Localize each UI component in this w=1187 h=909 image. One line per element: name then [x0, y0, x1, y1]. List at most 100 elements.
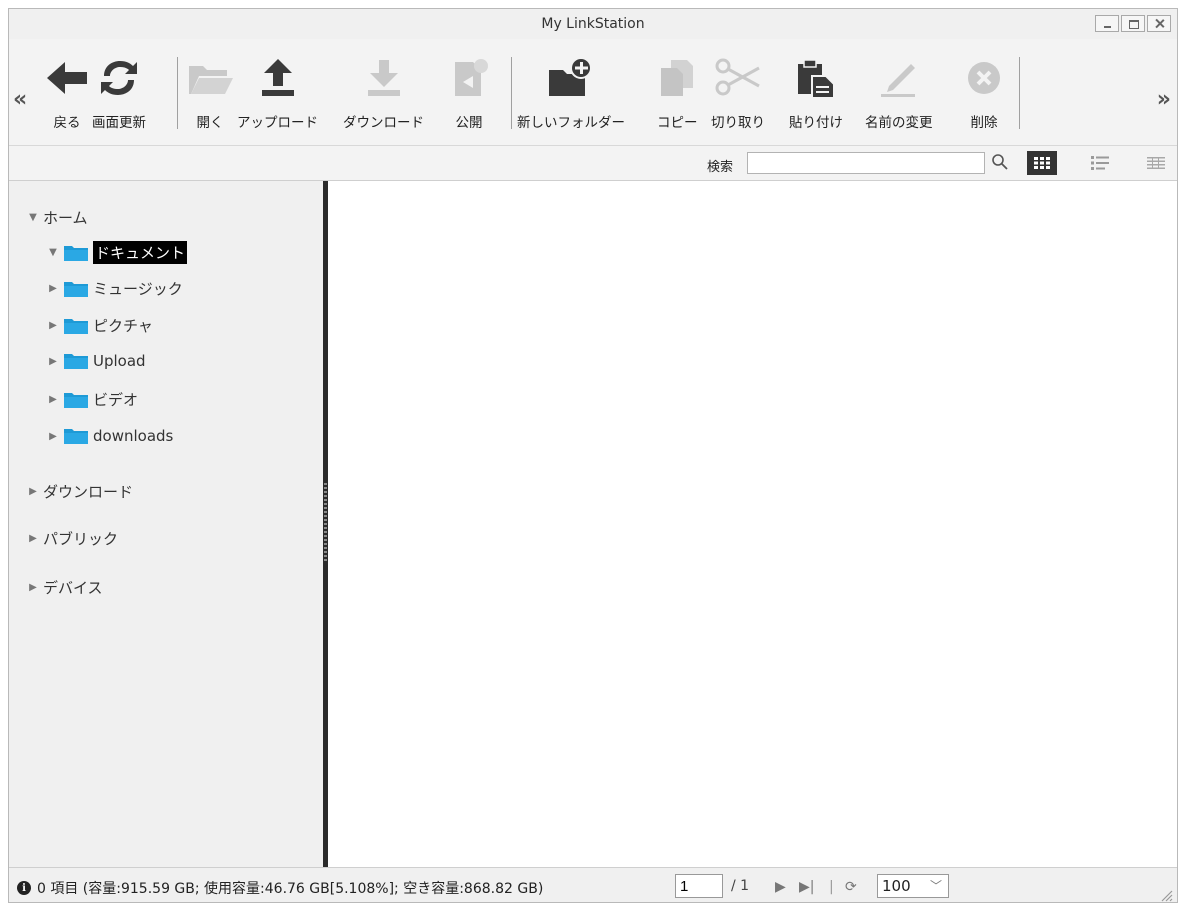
collapsed-triangle-icon[interactable]: ▶: [47, 320, 59, 332]
tree-node-home[interactable]: ▼ ホーム: [27, 207, 88, 228]
tree-node-upload[interactable]: ▶ Upload: [47, 352, 146, 370]
page-total: / 1: [731, 878, 750, 894]
status-info: i 0 項目 (容量:915.59 GB; 使用容量:46.76 GB[5.10…: [17, 878, 543, 898]
next-page-icon[interactable]: ▶: [775, 879, 786, 895]
publish-button[interactable]: 公開: [449, 47, 489, 131]
list-view-icon: [1091, 156, 1109, 170]
minimize-button[interactable]: [1095, 15, 1119, 32]
back-button[interactable]: 戻る: [43, 47, 91, 131]
collapsed-triangle-icon[interactable]: ▶: [47, 430, 59, 442]
publish-icon: [449, 47, 489, 109]
folder-icon: [64, 429, 88, 444]
splitter-grip[interactable]: [324, 481, 327, 561]
delete-button[interactable]: 削除: [964, 47, 1004, 131]
refresh-icon: [96, 47, 142, 109]
maximize-button[interactable]: [1121, 15, 1145, 32]
tree-node-label: Upload: [93, 352, 146, 370]
copy-button[interactable]: コピー: [657, 47, 698, 131]
collapsed-triangle-icon[interactable]: ▶: [27, 582, 39, 594]
tree-node-video[interactable]: ▶ ビデオ: [47, 389, 138, 410]
download-button[interactable]: ダウンロード: [343, 47, 424, 131]
folder-icon: [64, 354, 88, 369]
page-refresh-icon[interactable]: ⟳: [845, 879, 857, 895]
cut-icon: [713, 47, 763, 109]
search-bar: 検索: [9, 145, 1177, 181]
open-folder-icon: [187, 47, 233, 109]
chevron-down-icon: ﹀: [929, 879, 942, 893]
toolbar-separator: [511, 57, 512, 129]
tree-node-pictures[interactable]: ▶ ピクチャ: [47, 315, 153, 336]
status-bar: i 0 項目 (容量:915.59 GB; 使用容量:46.76 GB[5.10…: [9, 867, 1177, 902]
upload-button[interactable]: アップロード: [237, 47, 318, 131]
folder-icon: [64, 392, 88, 408]
last-page-icon[interactable]: ▶|: [799, 879, 814, 895]
tree-node-label: ホーム: [43, 209, 88, 227]
window-title: My LinkStation: [541, 16, 645, 32]
delete-icon: [964, 47, 1004, 109]
items-per-page-select[interactable]: 100 ﹀: [877, 874, 949, 898]
tree-node-label: ドキュメント: [93, 241, 188, 264]
detail-view-button[interactable]: [1141, 151, 1171, 175]
rename-icon: [877, 47, 921, 109]
resize-grip-icon[interactable]: [1159, 888, 1173, 902]
close-button[interactable]: [1147, 15, 1171, 32]
new-folder-button[interactable]: 新しいフォルダー: [517, 47, 625, 131]
expanded-triangle-icon[interactable]: ▼: [27, 212, 39, 224]
expanded-triangle-icon[interactable]: ▼: [47, 247, 59, 259]
download-icon: [362, 47, 406, 109]
grid-view-icon: [1034, 157, 1050, 169]
folder-icon: [64, 318, 88, 334]
cut-button[interactable]: 切り取り: [711, 47, 765, 131]
app-window: My LinkStation « 戻る 画面更新 開く アップロード ダウンロー…: [8, 8, 1178, 903]
title-bar: My LinkStation: [9, 9, 1177, 39]
window-controls: [1095, 15, 1171, 32]
tree-node-label: ダウンロード: [43, 483, 134, 501]
collapsed-triangle-icon[interactable]: ▶: [47, 394, 59, 406]
tree-node-device[interactable]: ▶ デバイス: [27, 577, 103, 598]
grid-view-button[interactable]: [1027, 151, 1057, 175]
new-folder-icon: [545, 47, 597, 109]
file-list-pane[interactable]: [328, 181, 1177, 868]
toolbar-scroll-left-button[interactable]: «: [13, 87, 27, 112]
toolbar-separator: [177, 57, 178, 129]
search-input[interactable]: [747, 152, 985, 174]
toolbar: « 戻る 画面更新 開く アップロード ダウンロード 公開 新しいフォルダー コ…: [9, 39, 1177, 145]
back-arrow-icon: [43, 47, 91, 109]
folder-tree: ▼ ホーム ▼ ドキュメント ▶ ミュージック ▶ ピクチャ ▶ Upload …: [9, 181, 323, 868]
tree-node-downloads[interactable]: ▶ downloads: [47, 427, 173, 445]
upload-icon: [256, 47, 300, 109]
tree-node-public[interactable]: ▶ パブリック: [27, 528, 118, 549]
items-per-page-value: 100: [882, 877, 911, 895]
tree-node-documents[interactable]: ▼ ドキュメント: [47, 241, 188, 264]
tree-node-label: ミュージック: [93, 280, 183, 298]
search-icon[interactable]: [991, 153, 1009, 175]
open-button[interactable]: 開く: [187, 47, 233, 131]
toolbar-separator: [1019, 57, 1020, 129]
tree-node-label: パブリック: [43, 530, 119, 548]
search-label: 検索: [707, 160, 734, 175]
paste-icon: [794, 47, 838, 109]
info-icon: i: [17, 881, 31, 895]
status-info-text: 0 項目 (容量:915.59 GB; 使用容量:46.76 GB[5.108%…: [37, 881, 544, 897]
paste-button[interactable]: 貼り付け: [789, 47, 843, 131]
tree-node-label: ビデオ: [93, 391, 139, 409]
toolbar-scroll-right-button[interactable]: »: [1157, 87, 1171, 112]
copy-icon: [657, 47, 697, 109]
page-number-input[interactable]: [675, 874, 723, 898]
tree-node-download-root[interactable]: ▶ ダウンロード: [27, 481, 133, 502]
folder-icon: [64, 281, 88, 297]
folder-icon: [64, 245, 88, 261]
tree-node-label: デバイス: [43, 579, 103, 597]
refresh-button[interactable]: 画面更新: [92, 47, 146, 131]
rename-button[interactable]: 名前の変更: [865, 47, 933, 131]
tree-node-music[interactable]: ▶ ミュージック: [47, 278, 183, 299]
main-content: ▼ ホーム ▼ ドキュメント ▶ ミュージック ▶ ピクチャ ▶ Upload …: [9, 180, 1177, 868]
collapsed-triangle-icon[interactable]: ▶: [27, 486, 39, 498]
detail-view-icon: [1147, 157, 1165, 169]
collapsed-triangle-icon[interactable]: ▶: [47, 355, 59, 367]
list-view-button[interactable]: [1085, 151, 1115, 175]
tree-node-label: downloads: [93, 427, 174, 445]
collapsed-triangle-icon[interactable]: ▶: [47, 283, 59, 295]
collapsed-triangle-icon[interactable]: ▶: [27, 533, 39, 545]
tree-node-label: ピクチャ: [93, 317, 153, 335]
